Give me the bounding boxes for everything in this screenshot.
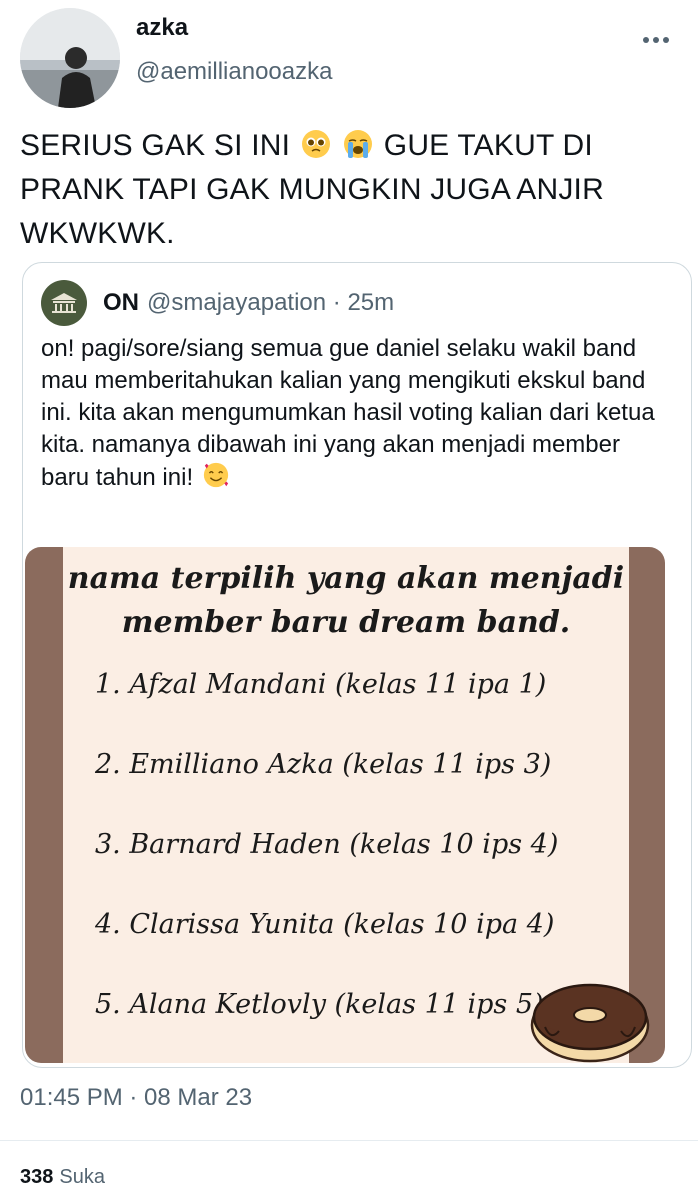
likes-stat[interactable]: 338 Suka <box>20 1166 105 1189</box>
tweet-text: SERIUS GAK SI INI GUE TAKUT DI PRANK TAP… <box>20 124 670 256</box>
donut-icon <box>530 983 650 1063</box>
divider <box>0 1140 698 1141</box>
avatar[interactable] <box>20 8 120 108</box>
quoted-media-image[interactable]: nama terpilih yang akan menjadi member b… <box>25 547 665 1063</box>
quoted-avatar[interactable] <box>41 280 87 326</box>
list-item: 3. Barnard Haden (kelas 10 ips 4) <box>95 829 559 860</box>
list-item: 1. Afzal Mandani (kelas 11 ipa 1) <box>95 669 547 700</box>
smiling-face-with-hearts-icon <box>203 462 228 488</box>
tweet-text-part1: SERIUS GAK SI INI <box>20 129 291 162</box>
user-handle[interactable]: @aemillianooazka <box>136 58 332 86</box>
list-item: 2. Emilliano Azka (kelas 11 ips 3) <box>95 749 552 780</box>
school-building-icon <box>51 293 77 313</box>
quoted-handle-time[interactable]: @smajayapation · 25m <box>147 289 394 317</box>
tweet: azka @aemillianooazka SERIUS GAK SI INI … <box>0 0 698 1200</box>
likes-label: Suka <box>59 1166 105 1188</box>
tweet-timestamp[interactable]: 01:45 PM · 08 Mar 23 <box>20 1084 252 1112</box>
likes-count: 338 <box>20 1166 54 1188</box>
more-options-icon[interactable] <box>640 24 672 56</box>
quoted-tweet-text: on! pagi/sore/siang semua gue daniel sel… <box>41 333 671 494</box>
announcement-title: nama terpilih yang akan menjadi member b… <box>67 561 625 640</box>
avatar-photo <box>20 8 120 108</box>
quoted-tweet[interactable]: ON @smajayapation · 25m on! pagi/sore/si… <box>22 262 692 1068</box>
pleading-face-icon <box>301 130 330 158</box>
display-name[interactable]: azka <box>136 14 188 42</box>
quoted-display-name[interactable]: ON <box>103 289 139 317</box>
loudly-crying-face-icon <box>344 130 373 158</box>
quoted-text-body: on! pagi/sore/siang semua gue daniel sel… <box>41 335 655 491</box>
